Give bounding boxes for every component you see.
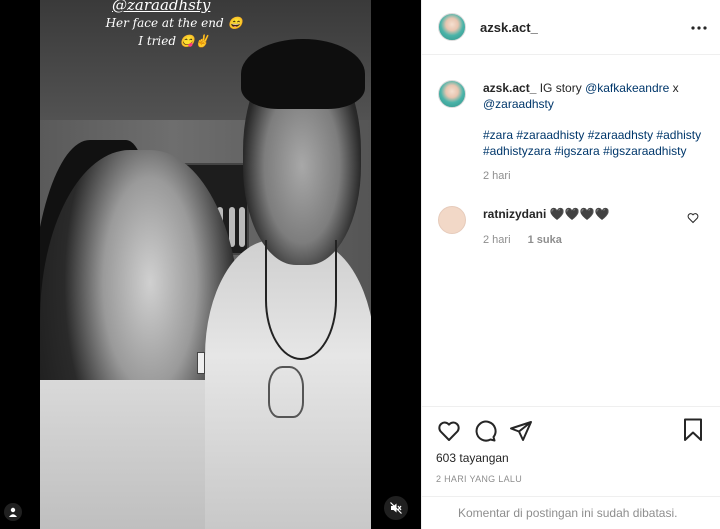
photo-owl-print xyxy=(268,366,304,418)
avatar[interactable] xyxy=(438,13,466,41)
comment-icon xyxy=(475,420,497,442)
more-options-button[interactable] xyxy=(689,18,709,38)
mute-button[interactable] xyxy=(384,496,408,520)
comments-section: azsk.act_ IG story @kafkakeandre x @zara… xyxy=(422,56,720,406)
comment-username[interactable]: ratnizydani xyxy=(483,207,546,221)
story-mention: @zaraadhsty xyxy=(112,0,211,14)
photo-hair-right xyxy=(241,39,365,109)
header-username[interactable]: azsk.act_ xyxy=(480,20,538,35)
action-icons xyxy=(436,415,709,447)
photo-pendant xyxy=(197,352,205,374)
caption-text-before: IG story xyxy=(539,81,582,95)
caption: azsk.act_ IG story @kafkakeandre x @zara… xyxy=(438,80,705,182)
share-button[interactable] xyxy=(508,418,534,444)
comment-button[interactable] xyxy=(472,418,498,444)
comment-like-icon[interactable] xyxy=(687,212,699,224)
caption-avatar[interactable] xyxy=(438,80,466,108)
share-icon xyxy=(510,421,532,441)
post-photo[interactable]: @zaraadhsty Her face at the end 😄 I trie… xyxy=(40,0,371,529)
comment-likes[interactable]: 1 suka xyxy=(528,234,562,246)
post-viewer: @zaraadhsty Her face at the end 😄 I trie… xyxy=(0,0,720,529)
caption-mention-2[interactable]: @zaraadhsty xyxy=(483,97,554,111)
comment-avatar[interactable] xyxy=(438,206,466,234)
user-icon xyxy=(9,507,17,517)
comment-meta: 2 hari 1 suka xyxy=(483,234,705,246)
mute-icon xyxy=(390,502,402,514)
caption-username[interactable]: azsk.act_ xyxy=(483,81,536,95)
bookmark-icon xyxy=(684,418,702,441)
caption-mention-1[interactable]: @kafkakeandre xyxy=(585,81,669,95)
ellipsis-icon xyxy=(691,26,707,30)
caption-text: azsk.act_ IG story @kafkakeandre x @zara… xyxy=(483,80,705,112)
views-count[interactable]: 603 tayangan xyxy=(436,451,709,465)
post-date[interactable]: 2 HARI YANG LALU xyxy=(436,474,709,484)
actions-bar: 603 tayangan 2 HARI YANG LALU xyxy=(422,406,720,484)
save-button[interactable] xyxy=(683,418,703,447)
photo-necklace xyxy=(265,240,337,360)
caption-hashtags[interactable]: #zara #zaraadhisty #zaraadhsty #adhisty … xyxy=(483,127,703,159)
comment-line: ratnizydani 🖤🖤🖤🖤 xyxy=(483,206,705,222)
caption-text-mid: x xyxy=(672,81,679,95)
caption-time[interactable]: 2 hari xyxy=(483,170,705,182)
post-header: azsk.act_ xyxy=(422,0,720,55)
comment-time[interactable]: 2 hari xyxy=(483,234,511,246)
like-button[interactable] xyxy=(436,418,462,444)
photo-person-right xyxy=(205,39,371,529)
story-caption: Her face at the end 😄 I tried 😋✌ xyxy=(104,14,244,50)
comment-item: ratnizydani 🖤🖤🖤🖤 2 hari 1 suka xyxy=(438,206,705,246)
story-caption-line2: I tried 😋✌ xyxy=(138,34,210,48)
comments-disabled-notice: Komentar di postingan ini sudah dibatasi… xyxy=(422,496,720,529)
heart-icon xyxy=(438,421,460,441)
media-area: @zaraadhsty Her face at the end 😄 I trie… xyxy=(0,0,421,529)
story-caption-line1: Her face at the end 😄 xyxy=(105,16,243,30)
post-panel: azsk.act_ azsk.act_ IG story @kafkakeand… xyxy=(421,0,720,529)
user-tag-button[interactable] xyxy=(4,503,22,521)
comment-text: 🖤🖤🖤🖤 xyxy=(549,207,610,221)
